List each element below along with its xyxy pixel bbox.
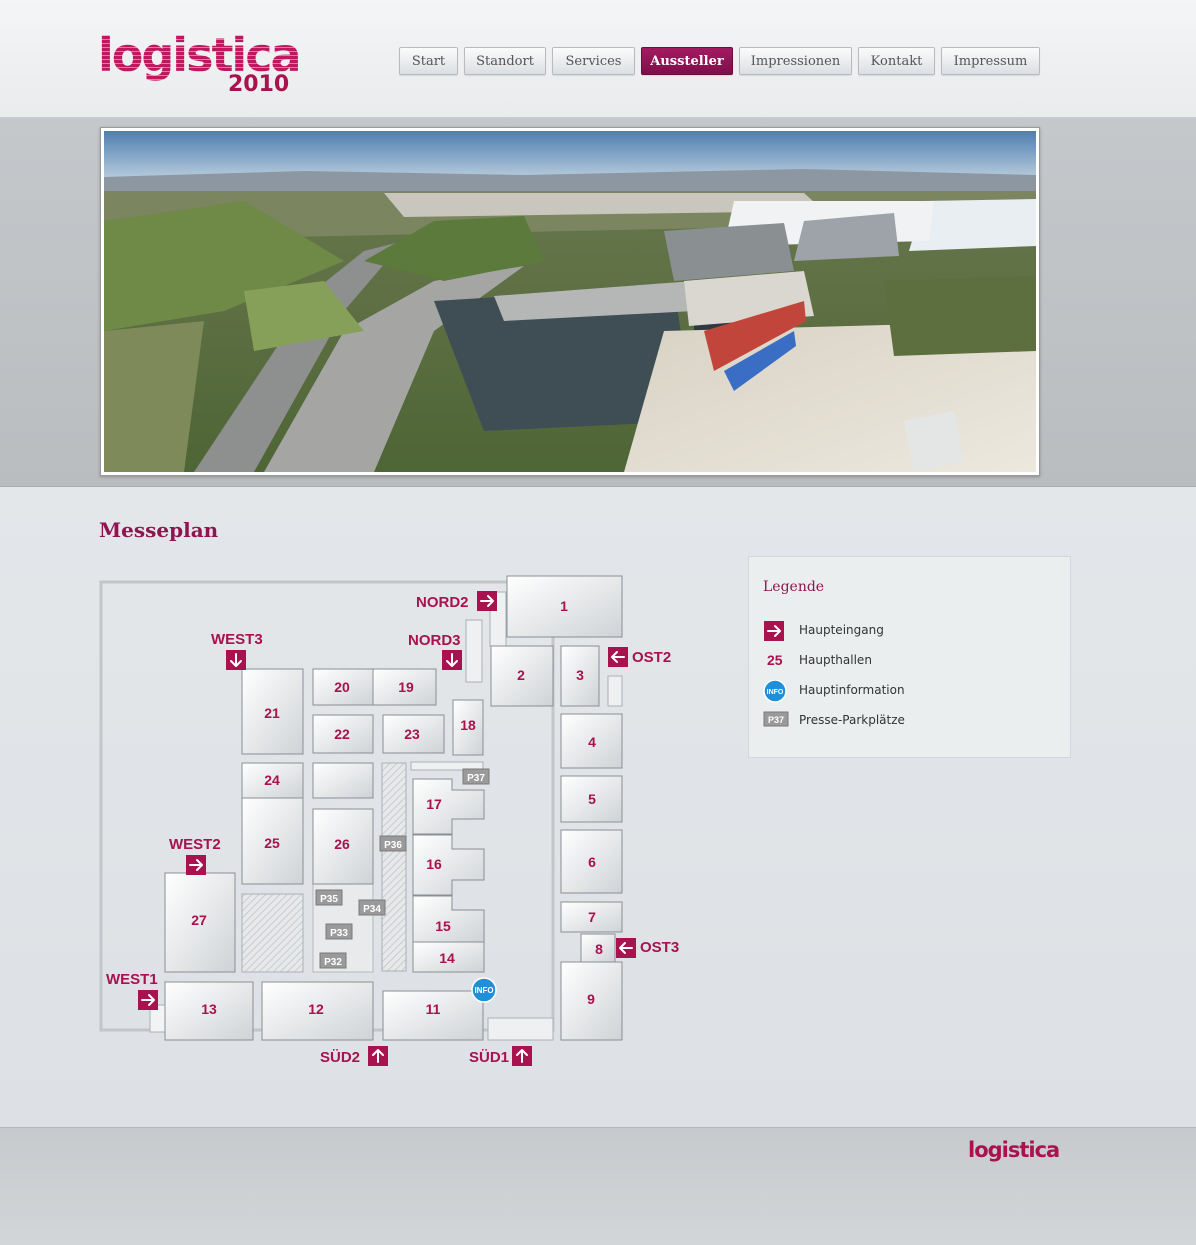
legend-label-info: Hauptinformation <box>799 683 905 697</box>
hall-6-label: 6 <box>588 854 596 870</box>
hall-26-label: 26 <box>334 836 350 852</box>
hall-13-label: 13 <box>201 1001 217 1017</box>
footer-logo[interactable]: logistica <box>968 1138 1060 1162</box>
hall-11-label: 11 <box>426 1001 441 1017</box>
parking-icon: P37 <box>763 711 789 727</box>
parking-p34-label: P34 <box>363 904 381 915</box>
ost2-connector <box>607 675 623 707</box>
sued-connector <box>487 1017 554 1041</box>
hatched-area <box>241 893 304 973</box>
legend: Legende Haupteingang 25 Haupthallen INFO… <box>748 556 1071 758</box>
hall-14-label: 14 <box>439 950 455 966</box>
nord3-connector <box>465 619 483 683</box>
hall-9-label: 9 <box>587 991 595 1007</box>
legend-item-info: INFO Hauptinformation <box>763 679 905 703</box>
legend-label-entrance: Haupteingang <box>799 623 884 637</box>
hall-8-label: 8 <box>595 941 603 957</box>
hall-17 <box>412 778 485 835</box>
legend-title: Legende <box>763 579 825 595</box>
hall-19-label: 19 <box>398 679 414 695</box>
entrance-sued2-label: SÜD2 <box>320 1049 360 1066</box>
info-point: INFO <box>471 977 497 1003</box>
entrance-west3-label: WEST3 <box>211 631 263 648</box>
hall-16-label: 16 <box>426 856 442 872</box>
entrance-nord2-label: NORD2 <box>416 594 469 611</box>
entrance-ost3-label: OST3 <box>640 939 679 956</box>
entrance-sued1-label: SÜD1 <box>469 1049 509 1066</box>
parking-p35-label: P35 <box>320 894 338 905</box>
parking-p32-label: P32 <box>324 957 342 968</box>
hall-1-label: 1 <box>560 598 568 614</box>
hall-24-label: 24 <box>264 772 280 788</box>
hall-3-label: 3 <box>576 667 584 683</box>
hall-15-label: 15 <box>435 918 451 934</box>
hall-23-label: 23 <box>404 726 420 742</box>
legend-symbol-halls: 25 <box>767 652 783 668</box>
legend-label-halls: Haupthallen <box>799 653 872 667</box>
entrance-nord3-label: NORD3 <box>408 632 461 649</box>
hall-5-label: 5 <box>588 791 596 807</box>
hall-21-label: 21 <box>264 705 280 721</box>
hall-17-label: 17 <box>426 796 442 812</box>
parking-p36-label: P36 <box>384 840 402 851</box>
entrance-ost2-label: OST2 <box>632 649 671 666</box>
hall-2-label: 2 <box>517 667 525 683</box>
parking-p37-label: P37 <box>467 773 485 784</box>
hall-4-label: 4 <box>588 734 596 750</box>
arrow-right-icon <box>764 621 784 641</box>
hall-22-label: 22 <box>334 726 350 742</box>
hall-unnumbered <box>312 762 374 799</box>
info-label: INFO <box>474 986 493 995</box>
hall-25-label: 25 <box>264 835 280 851</box>
hall-16 <box>412 834 485 896</box>
hall-27-label: 27 <box>191 912 207 928</box>
hall-18-label: 18 <box>460 717 476 733</box>
entrance-west2-label: WEST2 <box>169 836 221 853</box>
hall-12-label: 12 <box>308 1001 324 1017</box>
parking-p33-label: P33 <box>330 928 348 939</box>
hall-7-label: 7 <box>588 909 596 925</box>
entrance-west1-label: WEST1 <box>106 971 158 988</box>
legend-symbol-info: INFO <box>767 689 784 696</box>
legend-label-parking: Presse-Parkplätze <box>799 713 905 727</box>
legend-item-parking: P37 Presse-Parkplätze <box>763 710 905 732</box>
hatched-strip <box>381 762 407 972</box>
info-icon: INFO <box>763 679 787 703</box>
hall-20-label: 20 <box>334 679 350 695</box>
legend-symbol-parking: P37 <box>768 715 784 725</box>
legend-item-entrance: Haupteingang <box>763 620 884 642</box>
